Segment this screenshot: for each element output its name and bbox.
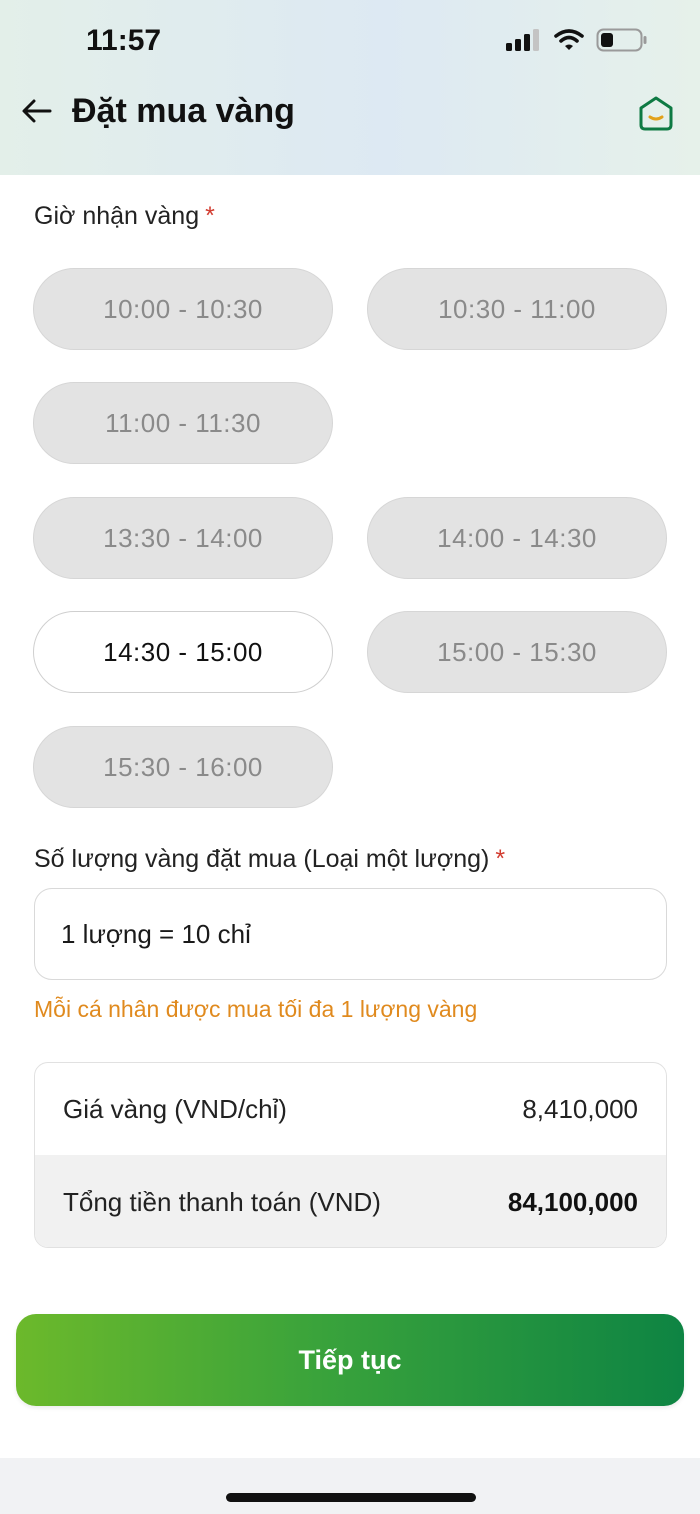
required-mark: * [205,202,215,230]
gold-price-row: Giá vàng (VND/chỉ) 8,410,000 [35,1063,666,1155]
required-mark: * [495,845,506,873]
purchase-limit-hint: Mỗi cá nhân được mua tối đa 1 lượng vàng [34,996,478,1022]
continue-button[interactable]: Tiếp tục [16,1314,684,1406]
pickup-time-label-text: Giờ nhận vàng [34,202,200,230]
total-payment-value: 84,100,000 [507,1186,638,1217]
time-slot-1500-1530[interactable]: 15:00 - 15:30 [367,611,667,693]
quantity-label-text: Số lượng vàng đặt mua (Loại một lượng) [34,845,490,873]
total-payment-row: Tổng tiền thanh toán (VND) 84,100,000 [35,1155,666,1247]
status-icons [506,28,648,52]
time-slot-1430-1500[interactable]: 14:30 - 15:00 [33,611,333,693]
quantity-value: 1 lượng = 10 chỉ [61,918,251,949]
cellular-signal-icon [506,29,539,51]
status-time: 11:57 [86,24,162,57]
time-slot-1330-1400[interactable]: 13:30 - 14:00 [33,497,333,579]
time-slot-1100-1130[interactable]: 11:00 - 11:30 [33,382,333,464]
time-slot-1030-1100[interactable]: 10:30 - 11:00 [367,268,667,350]
pickup-time-label: Giờ nhận vàng * [34,202,215,231]
arrow-left-icon [22,99,52,123]
price-summary: Giá vàng (VND/chỉ) 8,410,000 Tổng tiền t… [34,1062,667,1248]
home-indicator[interactable] [226,1493,476,1502]
time-slot-1000-1030[interactable]: 10:00 - 10:30 [33,268,333,350]
app-header: 11:57 Đặt mua vàng [0,0,700,175]
home-button[interactable] [636,94,676,132]
gold-price-label: Giá vàng (VND/chỉ) [63,1093,287,1124]
home-smile-icon [639,96,673,131]
quantity-field[interactable]: 1 lượng = 10 chỉ [34,888,667,980]
battery-icon [596,28,647,52]
back-button[interactable] [20,94,54,128]
wifi-icon [554,29,584,50]
time-slot-1400-1430[interactable]: 14:00 - 14:30 [367,497,667,579]
quantity-label: Số lượng vàng đặt mua (Loại một lượng) * [34,845,505,874]
gold-price-value: 8,410,000 [522,1093,638,1124]
bottom-safe-area [0,1458,700,1514]
time-slot-1530-1600[interactable]: 15:30 - 16:00 [33,726,333,808]
total-payment-label: Tổng tiền thanh toán (VND) [63,1186,381,1217]
page-title: Đặt mua vàng [72,92,295,130]
